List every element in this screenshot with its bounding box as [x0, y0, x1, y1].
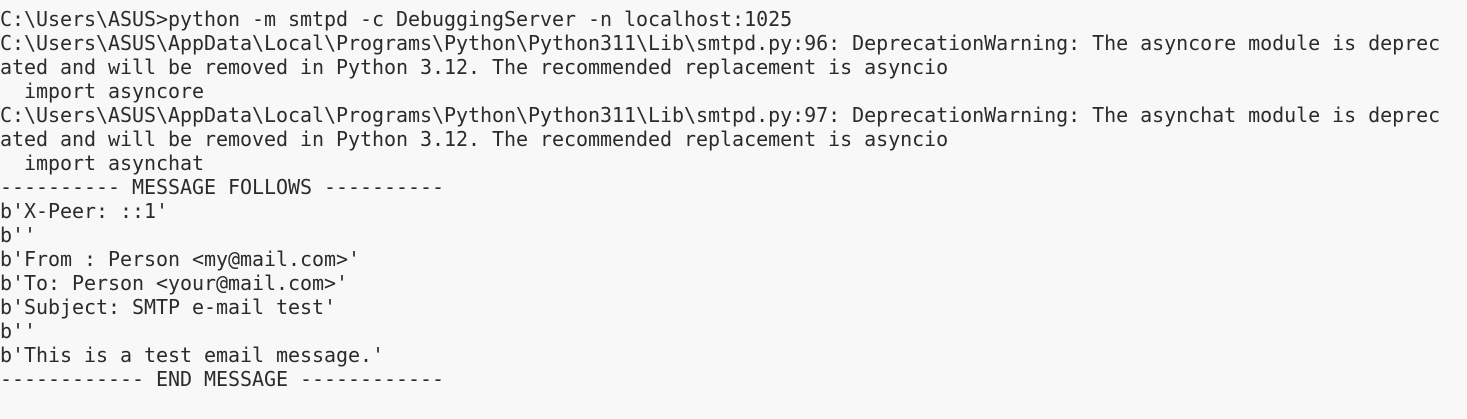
message-line: b'To: Person <your@mail.com>': [0, 271, 349, 295]
warning-line-wrap: ated and will be removed in Python 3.12.…: [0, 55, 949, 79]
message-line: b'': [0, 319, 37, 343]
message-header: ---------- MESSAGE FOLLOWS ----------: [0, 175, 445, 199]
message-line: b'Subject: SMTP e-mail test': [0, 295, 337, 319]
message-line: b'': [0, 223, 37, 247]
message-footer: ------------ END MESSAGE ------------: [0, 367, 445, 391]
warning-line-wrap: ated and will be removed in Python 3.12.…: [0, 127, 949, 151]
command-line: C:\Users\ASUS>python -m smtpd -c Debuggi…: [0, 7, 793, 31]
output-line: import asyncore: [0, 79, 205, 103]
message-line: b'X-Peer: ::1': [0, 199, 169, 223]
output-line: import asynchat: [0, 151, 205, 175]
warning-line: C:\Users\ASUS\AppData\Local\Programs\Pyt…: [0, 103, 1441, 127]
message-line: b'From : Person <my@mail.com>': [0, 247, 361, 271]
message-line: b'This is a test email message.': [0, 343, 385, 367]
warning-line: C:\Users\ASUS\AppData\Local\Programs\Pyt…: [0, 31, 1441, 55]
terminal-output[interactable]: C:\Users\ASUS>python -m smtpd -c Debuggi…: [0, 0, 1467, 391]
